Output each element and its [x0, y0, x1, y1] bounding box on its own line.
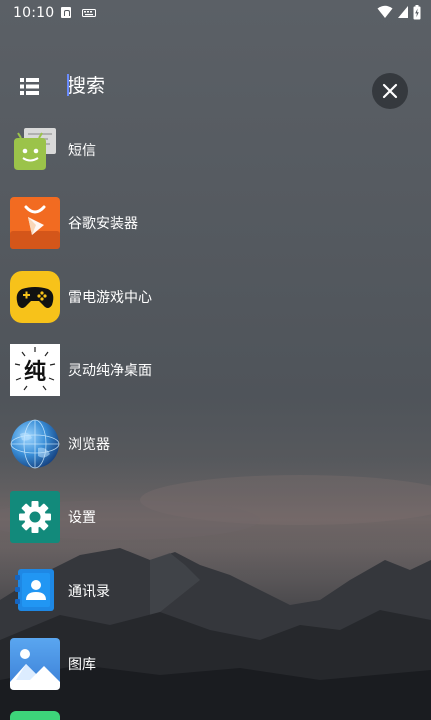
- list-menu-icon[interactable]: [20, 78, 39, 95]
- app-label: 浏览器: [68, 437, 110, 453]
- app-item-sms[interactable]: 短信: [0, 124, 431, 184]
- cell-signal-icon: [398, 6, 408, 18]
- app-label: 通讯录: [68, 584, 110, 600]
- accessibility-notification-icon: [61, 7, 71, 18]
- app-item-settings[interactable]: 设置: [0, 491, 431, 551]
- app-label: 设置: [68, 510, 96, 526]
- google-installer-icon: [10, 197, 60, 249]
- app-label: 雷电游戏中心: [68, 290, 152, 306]
- close-icon: [382, 83, 398, 99]
- status-right-icons: [377, 4, 421, 20]
- launcher-icon: 纯: [10, 344, 60, 396]
- keyboard-icon: [82, 9, 96, 17]
- app-item-browser[interactable]: 浏览器: [0, 418, 431, 478]
- app-label: 谷歌安装器: [68, 216, 138, 232]
- app-item-partial[interactable]: [0, 711, 431, 720]
- partial-app-icon: [10, 711, 60, 720]
- search-input[interactable]: [67, 72, 347, 100]
- app-label: 短信: [68, 143, 96, 159]
- app-label: 灵动纯净桌面: [68, 363, 152, 379]
- app-item-gallery[interactable]: 图库: [0, 638, 431, 698]
- contacts-icon: [15, 569, 54, 611]
- app-item-launcher[interactable]: 纯 灵动纯净桌面: [0, 344, 431, 404]
- close-search-button[interactable]: [372, 73, 408, 109]
- settings-icon: [10, 491, 60, 543]
- app-item-game-center[interactable]: 雷电游戏中心: [0, 271, 431, 331]
- sms-icon: [14, 128, 56, 170]
- gallery-icon: [10, 638, 60, 690]
- launcher-icon-glyph: 纯: [24, 359, 46, 385]
- browser-icon: [10, 419, 60, 469]
- app-item-google-installer[interactable]: 谷歌安装器: [0, 197, 431, 257]
- status-time: 10:10: [13, 5, 55, 21]
- text-cursor: [67, 74, 69, 96]
- wifi-icon: [377, 5, 393, 18]
- battery-charging-icon: [413, 4, 421, 19]
- game-center-icon: [10, 271, 60, 323]
- app-item-contacts[interactable]: 通讯录: [0, 565, 431, 625]
- app-label: 图库: [68, 657, 96, 673]
- status-bar: 10:10: [0, 0, 431, 26]
